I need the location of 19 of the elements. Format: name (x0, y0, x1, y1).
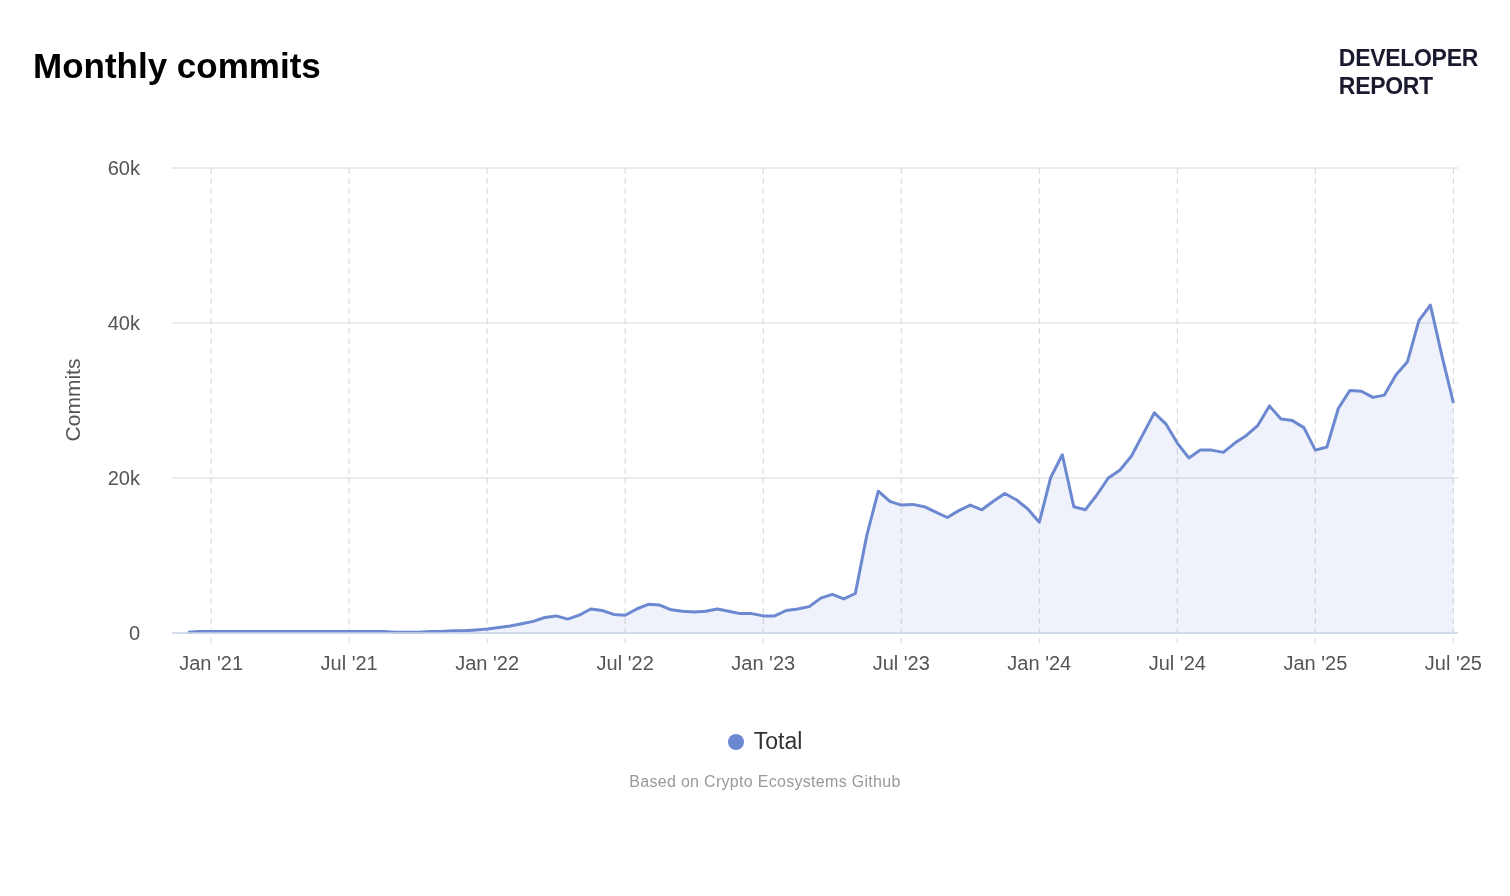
axis-tick-label: Jul '21 (320, 652, 378, 674)
axis-tick-label: Jan '21 (179, 652, 244, 674)
chart-title: Monthly commits (33, 46, 321, 86)
source-note: Based on Crypto Ecosystems Github (628, 773, 902, 791)
axis-tick-label: 20k (107, 467, 140, 489)
axis-tick-label: Jul '22 (596, 652, 654, 674)
axis-tick-label: Jan '24 (1007, 652, 1072, 674)
axis-tick-label: Jan '23 (731, 652, 796, 674)
axis-tick-label: Jul '24 (1148, 652, 1206, 674)
axis-tick-label: 60k (107, 157, 140, 179)
axis-tick-label: Jul '25 (1424, 652, 1482, 674)
axis-tick-label: 40k (107, 312, 140, 334)
axis-tick-label: 0 (128, 622, 140, 644)
legend-label[interactable]: Total (753, 728, 803, 755)
y-axis-label: Commits (61, 358, 84, 442)
axis-tick-label: Jan '25 (1283, 652, 1348, 674)
axis-tick-label: Jan '22 (455, 652, 520, 674)
logo-text: DEVELOPER REPORT (1338, 44, 1478, 100)
axis-tick-label: Jul '23 (872, 652, 930, 674)
